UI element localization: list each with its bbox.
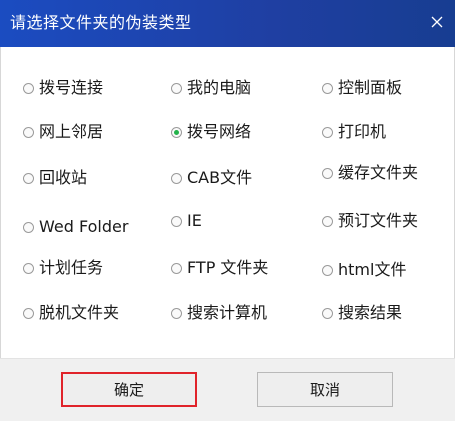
option-label: 拨号网络 <box>187 122 252 141</box>
ok-button[interactable]: 确定 <box>61 372 197 407</box>
options-panel: 拨号连接 网上邻居 回收站 Wed Folder 计划任务 脱机文件夹 我的电脑 <box>0 47 455 358</box>
option-cab-file[interactable]: CAB文件 <box>171 167 252 189</box>
option-label: 网上邻居 <box>39 122 104 141</box>
dialog-title: 请选择文件夹的伪装类型 <box>10 13 192 32</box>
option-label: 我的电脑 <box>187 78 252 97</box>
option-label: 预订文件夹 <box>338 211 419 230</box>
option-printer[interactable]: 打印机 <box>322 121 386 143</box>
option-recycle-bin[interactable]: 回收站 <box>23 167 87 189</box>
option-label: 脱机文件夹 <box>39 303 120 322</box>
option-label: 回收站 <box>39 168 88 187</box>
option-label: 计划任务 <box>39 258 104 277</box>
radio-button[interactable] <box>322 264 333 276</box>
option-label: CAB文件 <box>187 168 253 187</box>
option-offline-folder[interactable]: 脱机文件夹 <box>23 302 119 324</box>
option-label: 打印机 <box>338 122 387 141</box>
close-icon <box>431 13 443 32</box>
option-label: html文件 <box>338 260 407 279</box>
disguise-type-dialog: 请选择文件夹的伪装类型 拨号连接 网上邻居 回收站 Wed Folder 计划任… <box>0 0 455 421</box>
option-dialup-network[interactable]: 拨号网络 <box>171 121 251 143</box>
radio-button[interactable] <box>23 307 34 319</box>
option-ie[interactable]: IE <box>171 210 202 232</box>
option-dialup-connection[interactable]: 拨号连接 <box>23 77 103 99</box>
radio-button[interactable] <box>23 82 34 94</box>
radio-button[interactable] <box>23 262 34 274</box>
option-html-file[interactable]: html文件 <box>322 259 406 281</box>
radio-button-selected[interactable] <box>171 126 182 138</box>
cancel-button[interactable]: 取消 <box>257 372 393 407</box>
option-search-results[interactable]: 搜索结果 <box>322 302 402 324</box>
option-label: 拨号连接 <box>39 78 104 97</box>
option-scheduled-tasks[interactable]: 计划任务 <box>23 257 103 279</box>
close-button[interactable] <box>425 10 449 34</box>
option-label: 控制面板 <box>338 78 403 97</box>
radio-button[interactable] <box>322 307 333 319</box>
radio-button[interactable] <box>171 82 182 94</box>
radio-button[interactable] <box>171 172 182 184</box>
radio-button[interactable] <box>171 215 182 227</box>
option-search-computer[interactable]: 搜索计算机 <box>171 302 267 324</box>
radio-button[interactable] <box>322 215 333 227</box>
radio-button[interactable] <box>23 172 34 184</box>
title-bar[interactable]: 请选择文件夹的伪装类型 <box>0 0 455 47</box>
radio-button[interactable] <box>23 126 34 138</box>
option-label: IE <box>187 211 202 230</box>
button-bar: 确定 取消 <box>0 358 455 421</box>
option-label: 搜索结果 <box>338 303 403 322</box>
option-subscription-folder[interactable]: 预订文件夹 <box>322 210 418 232</box>
radio-button[interactable] <box>322 167 333 179</box>
option-ftp-folder[interactable]: FTP 文件夹 <box>171 257 268 279</box>
radio-button[interactable] <box>171 307 182 319</box>
option-my-computer[interactable]: 我的电脑 <box>171 77 251 99</box>
option-cache-folder[interactable]: 缓存文件夹 <box>322 162 418 184</box>
option-network-neighborhood[interactable]: 网上邻居 <box>23 121 103 143</box>
radio-button[interactable] <box>322 82 333 94</box>
radio-button[interactable] <box>171 262 182 274</box>
option-label: 缓存文件夹 <box>338 163 419 182</box>
option-label: 搜索计算机 <box>187 303 268 322</box>
option-wed-folder[interactable]: Wed Folder <box>23 216 128 238</box>
option-control-panel[interactable]: 控制面板 <box>322 77 402 99</box>
option-label: FTP 文件夹 <box>187 258 269 277</box>
radio-button[interactable] <box>23 221 34 233</box>
radio-button[interactable] <box>322 126 333 138</box>
option-label: Wed Folder <box>39 217 129 236</box>
